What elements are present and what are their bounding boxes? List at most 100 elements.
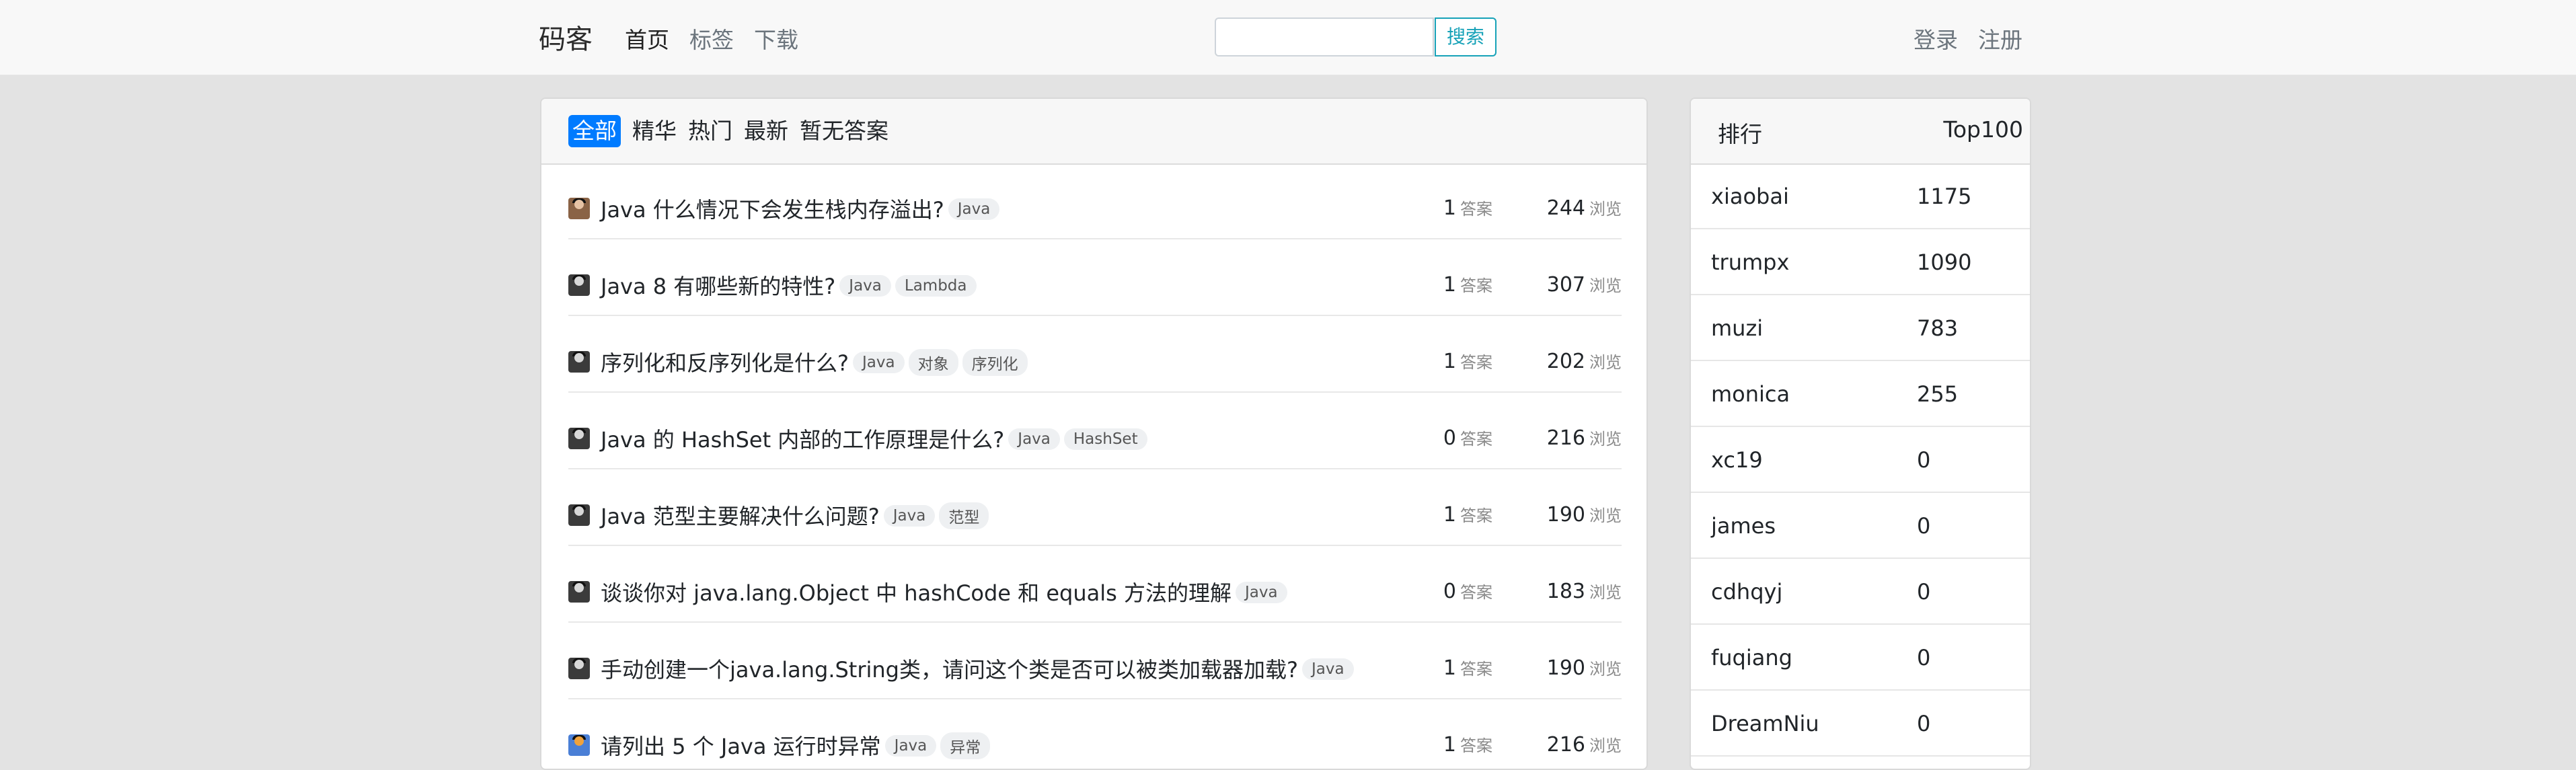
question-row[interactable]: 请列出 5 个 Java 运行时异常 Java 异常 1 答案 216 浏览 xyxy=(568,700,1622,769)
tag-badge[interactable]: Java xyxy=(948,198,1000,220)
answer-count-label: 答案 xyxy=(1460,583,1492,602)
filter-tab-all[interactable]: 全部 xyxy=(568,115,621,147)
filter-tab-unanswered[interactable]: 暂无答案 xyxy=(796,115,893,147)
login-link[interactable]: 登录 xyxy=(1914,22,1958,54)
tag-badge[interactable]: 序列化 xyxy=(962,349,1028,376)
view-count-value: 202 xyxy=(1546,350,1585,373)
question-title-link[interactable]: 请列出 5 个 Java 运行时异常 xyxy=(601,734,881,759)
ranking-title: 排行 xyxy=(1718,121,1762,147)
filter-bar: 全部 精华 热门 最新 暂无答案 xyxy=(541,99,1646,165)
site-brand[interactable]: 码客 xyxy=(539,17,593,56)
view-count-value: 307 xyxy=(1546,273,1585,297)
question-title-link[interactable]: Java 8 有哪些新的特性? xyxy=(601,274,835,299)
filter-tab-latest[interactable]: 最新 xyxy=(740,115,792,147)
nav-link-home[interactable]: 首页 xyxy=(625,22,669,54)
ranking-user-name[interactable]: xiaobai xyxy=(1711,184,1789,209)
ranking-header: 排行 Top100 xyxy=(1691,99,2030,165)
tag-badge[interactable]: Java xyxy=(883,505,936,527)
answer-count: 1 答案 xyxy=(1443,732,1492,757)
view-count-label: 浏览 xyxy=(1589,200,1622,219)
answer-count-value: 1 xyxy=(1443,350,1456,373)
filter-tab-hot[interactable]: 热门 xyxy=(684,115,736,147)
tag-badge[interactable]: Java xyxy=(884,735,937,757)
ranking-user-name[interactable]: james xyxy=(1711,513,1776,539)
answer-count: 0 答案 xyxy=(1443,579,1492,603)
question-title-link[interactable]: 序列化和反序列化是什么? xyxy=(601,350,849,376)
avatar[interactable] xyxy=(568,274,590,296)
question-row[interactable]: Java 8 有哪些新的特性? Java Lambda 1 答案 307 浏览 xyxy=(568,240,1622,316)
ranking-user-name[interactable]: muzi xyxy=(1711,315,1763,341)
answer-count: 1 答案 xyxy=(1443,656,1492,680)
ranking-user-name[interactable]: DreamNiu xyxy=(1711,711,1819,736)
ranking-user-name[interactable]: xc19 xyxy=(1711,447,1763,473)
view-count: 190 浏览 xyxy=(1547,656,1622,680)
avatar[interactable] xyxy=(568,504,590,526)
ranking-top100-link[interactable]: Top100 xyxy=(1943,116,2023,143)
view-count: 307 浏览 xyxy=(1547,272,1622,297)
ranking-user-score: 0 xyxy=(1917,711,1931,736)
answer-count: 1 答案 xyxy=(1443,196,1492,220)
question-title-line: Java 的 HashSet 内部的工作原理是什么? Java HashSet xyxy=(601,423,1147,454)
view-count-value: 183 xyxy=(1546,580,1585,603)
tag-badge[interactable]: HashSet xyxy=(1063,428,1147,450)
nav-link-download[interactable]: 下载 xyxy=(754,22,798,54)
avatar[interactable] xyxy=(568,351,590,373)
ranking-user-name[interactable]: trumpx xyxy=(1711,249,1789,275)
filter-tab-featured[interactable]: 精华 xyxy=(628,115,681,147)
search-input[interactable] xyxy=(1215,17,1434,56)
question-row[interactable]: 序列化和反序列化是什么? Java 对象 序列化 1 答案 202 浏览 xyxy=(568,317,1622,393)
nav-link-tags[interactable]: 标签 xyxy=(689,22,734,54)
view-count: 183 浏览 xyxy=(1547,579,1622,603)
answer-count: 1 答案 xyxy=(1443,502,1492,527)
answer-count: 1 答案 xyxy=(1443,272,1492,297)
ranking-user-score: 0 xyxy=(1917,579,1931,605)
tag-badge[interactable]: Java xyxy=(1235,582,1287,603)
avatar[interactable] xyxy=(568,734,590,756)
tag-badge[interactable]: Java xyxy=(839,275,891,297)
avatar[interactable] xyxy=(568,428,590,449)
tag-badge[interactable]: Java xyxy=(1301,658,1354,680)
question-row[interactable]: Java 的 HashSet 内部的工作原理是什么? Java HashSet 0 答案… xyxy=(568,393,1622,469)
question-title-link[interactable]: 谈谈你对 java.lang.Object 中 hashCode 和 equal… xyxy=(601,580,1232,606)
question-title-line: 序列化和反序列化是什么? Java 对象 序列化 xyxy=(601,346,1028,378)
view-count: 216 浏览 xyxy=(1547,426,1622,450)
question-title-link[interactable]: Java 范型主要解决什么问题? xyxy=(601,504,880,529)
ranking-user-score: 0 xyxy=(1917,447,1931,473)
answer-count: 1 答案 xyxy=(1443,349,1492,373)
answer-count-value: 1 xyxy=(1443,196,1456,220)
view-count-label: 浏览 xyxy=(1589,353,1622,372)
answer-count-label: 答案 xyxy=(1460,736,1492,755)
tag-badge[interactable]: Java xyxy=(1008,428,1060,450)
question-row[interactable]: Java 范型主要解决什么问题? Java 范型 1 答案 190 浏览 xyxy=(568,470,1622,546)
ranking-user-score: 0 xyxy=(1917,645,1931,670)
tag-badge[interactable]: Lambda xyxy=(895,275,977,297)
question-row[interactable]: 手动创建一个java.lang.String类，请问这个类是否可以被类加载器加载… xyxy=(568,623,1622,699)
tag-badge[interactable]: 异常 xyxy=(940,732,991,759)
ranking-user-score: 255 xyxy=(1917,381,1959,407)
answer-count-value: 0 xyxy=(1443,580,1456,603)
ranking-user-name[interactable]: cdhqyj xyxy=(1711,579,1782,605)
question-title-line: Java 什么情况下会发生栈内存溢出? Java xyxy=(601,193,1000,224)
register-link[interactable]: 注册 xyxy=(1978,22,2022,54)
question-row[interactable]: Java 什么情况下会发生栈内存溢出? Java 1 答案 244 浏览 xyxy=(568,163,1622,239)
view-count-label: 浏览 xyxy=(1589,430,1622,449)
question-row[interactable]: 谈谈你对 java.lang.Object 中 hashCode 和 equal… xyxy=(568,547,1622,623)
question-title-link[interactable]: Java 的 HashSet 内部的工作原理是什么? xyxy=(601,427,1004,453)
question-title-link[interactable]: 手动创建一个java.lang.String类，请问这个类是否可以被类加载器加载… xyxy=(601,657,1298,683)
ranking-user-name[interactable]: fuqiang xyxy=(1711,645,1792,670)
avatar[interactable] xyxy=(568,581,590,603)
question-title-line: 谈谈你对 java.lang.Object 中 hashCode 和 equal… xyxy=(601,576,1287,607)
tag-badge[interactable]: Java xyxy=(853,352,905,373)
top-navbar: 码客 首页 标签 下载 搜索 登录 注册 xyxy=(0,0,2576,75)
search-button[interactable]: 搜索 xyxy=(1435,17,1497,56)
avatar[interactable] xyxy=(568,658,590,679)
question-title-link[interactable]: Java 什么情况下会发生栈内存溢出? xyxy=(601,197,944,223)
avatar[interactable] xyxy=(568,198,590,219)
view-count: 190 浏览 xyxy=(1547,502,1622,527)
ranking-user-name[interactable]: monica xyxy=(1711,381,1790,407)
view-count: 216 浏览 xyxy=(1547,732,1622,757)
view-count-label: 浏览 xyxy=(1589,736,1622,755)
tag-badge[interactable]: 范型 xyxy=(939,502,989,529)
tag-badge[interactable]: 对象 xyxy=(908,349,958,376)
ranking-user-score: 1090 xyxy=(1917,249,1972,275)
